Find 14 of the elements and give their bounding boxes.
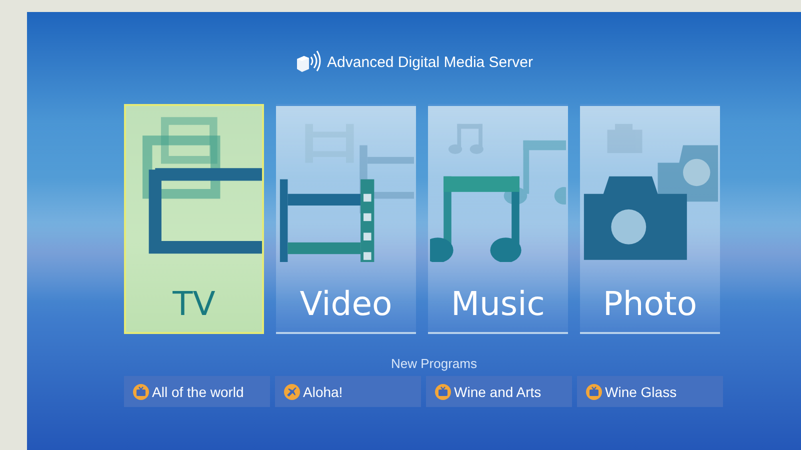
program-button[interactable]: All of the world (124, 376, 270, 407)
tv-icon (586, 384, 602, 400)
program-button[interactable]: Wine and Arts (426, 376, 572, 407)
category-tile[interactable]: Video (276, 104, 416, 334)
section-heading: New Programs (391, 356, 477, 371)
program-button[interactable]: Aloha! (275, 376, 421, 407)
app-title: Advanced Digital Media Server (327, 54, 533, 70)
speaker-cube-icon (295, 50, 322, 74)
tv-icon (435, 384, 451, 400)
category-tile[interactable]: Photo (580, 104, 720, 334)
program-button[interactable]: Wine Glass (577, 376, 723, 407)
category-tile[interactable]: TV (124, 104, 264, 334)
category-tile[interactable]: Music (428, 104, 568, 334)
tv-icon (133, 384, 149, 400)
